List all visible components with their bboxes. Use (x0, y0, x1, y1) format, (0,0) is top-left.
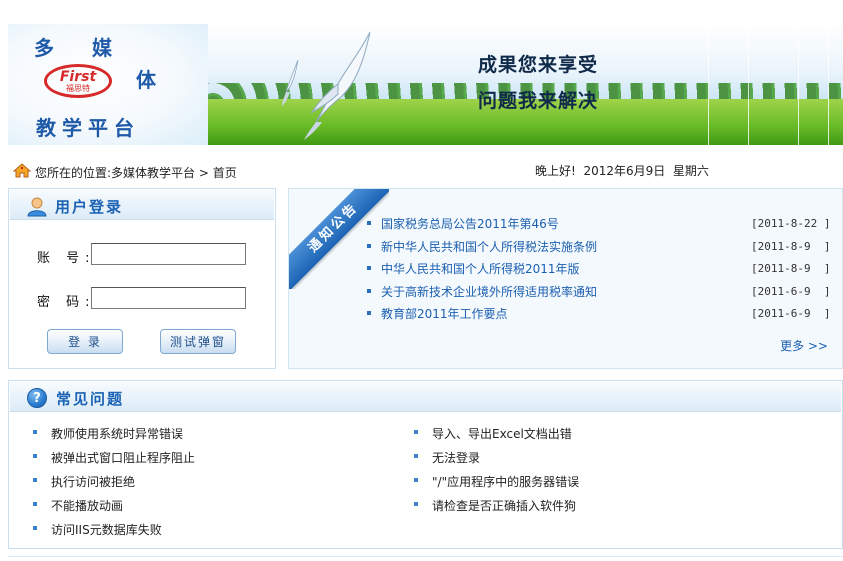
seagull-icon (304, 31, 371, 140)
logo: 多 媒 体 First 福思特 教学平台 (8, 24, 208, 145)
slogan-line: 成果您来享受 (478, 54, 599, 76)
bullet-icon (33, 454, 37, 458)
bullet-icon (414, 502, 418, 506)
banner-divider (748, 24, 749, 145)
bullet-icon (367, 243, 371, 248)
bullet-icon (367, 266, 371, 270)
notice-item[interactable]: 中华人民共和国个人所得税2011年版 [2011-8-9 ] (367, 258, 837, 281)
notice-list: 国家税务总局公告2011年第46号 [2011-8-22 ] 新中华人民共和国个… (367, 213, 837, 326)
banner-divider (798, 24, 799, 145)
faq-panel: ? 常见问题 教师使用系统时异常错误 被弹出式窗口阻止程序阻止 执行访问被拒绝 … (8, 380, 843, 549)
faq-item[interactable]: "/"应用程序中的服务器错误 (414, 469, 814, 493)
password-input[interactable] (91, 287, 246, 309)
notice-title[interactable]: 教育部2011年工作要点 (381, 305, 508, 322)
faq-item[interactable]: 请检查是否正确插入软件狗 (414, 493, 814, 517)
faq-item[interactable]: 无法登录 (414, 445, 814, 469)
home-icon[interactable] (13, 163, 31, 178)
brand-logo-cn: 福思特 (66, 83, 90, 93)
bullet-icon (414, 430, 418, 434)
login-header: 用户登录 (10, 190, 274, 220)
breadcrumb: 您所在的位置:多媒体教学平台 > 首页 (35, 166, 237, 180)
notice-title[interactable]: 关于高新技术企业境外所得适用税率通知 (381, 283, 597, 300)
login-title: 用户登录 (55, 198, 124, 216)
bullet-icon (33, 430, 37, 434)
banner-divider (708, 24, 709, 145)
faq-header: ? 常见问题 (10, 382, 841, 412)
notice-item[interactable]: 教育部2011年工作要点 [2011-6-9 ] (367, 303, 837, 326)
faq-item[interactable]: 执行访问被拒绝 (33, 469, 413, 493)
seagull-small-icon (282, 59, 299, 106)
faq-item[interactable]: 不能播放动画 (33, 493, 413, 517)
notice-date: [2011-8-9 ] (751, 262, 831, 275)
login-panel: 用户登录 账 号: 密 码: 登 录 测试弹窗 (8, 188, 276, 369)
faq-item-text[interactable]: 无法登录 (432, 449, 480, 466)
notice-date: [2011-6-9 ] (751, 284, 831, 298)
logo-char: 体 (136, 68, 156, 92)
user-icon (27, 197, 47, 217)
faq-item[interactable]: 教师使用系统时异常错误 (33, 421, 413, 445)
notice-title[interactable]: 国家税务总局公告2011年第46号 (381, 215, 559, 232)
bullet-icon (33, 478, 37, 482)
notice-panel: 通知公告 国家税务总局公告2011年第46号 [2011-8-22 ] 新中华人… (288, 188, 843, 369)
faq-item-text[interactable]: 导入、导出Excel文档出错 (432, 425, 572, 442)
banner-divider (828, 24, 829, 145)
location-bar: 您所在的位置:多媒体教学平台 > 首页 晚上好! 2012年6月9日 星期六 (13, 162, 833, 180)
faq-item[interactable]: 被弹出式窗口阻止程序阻止 (33, 445, 413, 469)
notice-date: [2011-8-22 ] (751, 217, 831, 230)
faq-item-text[interactable]: 访问IIS元数据库失败 (51, 521, 162, 538)
bullet-icon (33, 502, 37, 506)
test-popup-button[interactable]: 测试弹窗 (160, 329, 236, 354)
brand-logo: First 福思特 (44, 64, 112, 98)
bullet-icon (414, 478, 418, 482)
notice-date: [2011-6-9 ] (751, 307, 831, 320)
faq-title: 常见问题 (56, 390, 125, 408)
password-label: 密 码: (37, 295, 96, 310)
faq-item[interactable]: 访问IIS元数据库失败 (33, 517, 413, 541)
logo-char: 多 (34, 36, 54, 60)
faq-item-text[interactable]: 不能播放动画 (51, 497, 123, 514)
slogan-line: 问题我来解决 (478, 90, 599, 112)
date-greeting: 晚上好! 2012年6月9日 星期六 (535, 164, 709, 178)
bullet-icon (33, 526, 37, 530)
bullet-icon (367, 221, 371, 225)
faq-item-text[interactable]: 教师使用系统时异常错误 (51, 425, 183, 442)
brand-logo-en: First (59, 68, 97, 85)
notice-title[interactable]: 新中华人民共和国个人所得税法实施条例 (381, 238, 597, 255)
notice-title[interactable]: 中华人民共和国个人所得税2011年版 (381, 260, 580, 277)
bullet-icon (367, 311, 371, 315)
bullet-icon (367, 288, 371, 293)
bullet-icon (414, 454, 418, 458)
header-banner: 多 媒 体 First 福思特 教学平台 成果您来享受 问题我来解决 (8, 24, 843, 145)
question-icon: ? (27, 388, 47, 408)
login-button[interactable]: 登 录 (47, 329, 123, 354)
notice-item[interactable]: 新中华人民共和国个人所得税法实施条例 [2011-8-9 ] (367, 236, 837, 259)
faq-item[interactable]: 导入、导出Excel文档出错 (414, 421, 814, 445)
footer-divider (8, 556, 843, 557)
more-link[interactable]: 更多 >> (780, 337, 828, 354)
faq-item-text[interactable]: 被弹出式窗口阻止程序阻止 (51, 449, 195, 466)
logo-char: 媒 (92, 36, 112, 60)
notice-date: [2011-8-9 ] (751, 239, 831, 253)
faq-item-text[interactable]: 请检查是否正确插入软件狗 (432, 497, 576, 514)
notice-item[interactable]: 关于高新技术企业境外所得适用税率通知 [2011-6-9 ] (367, 281, 837, 304)
faq-item-text[interactable]: 执行访问被拒绝 (51, 473, 135, 490)
account-label: 账 号: (37, 251, 96, 266)
logo-subtitle: 教学平台 (36, 116, 140, 140)
notice-item[interactable]: 国家税务总局公告2011年第46号 [2011-8-22 ] (367, 213, 837, 236)
faq-item-text[interactable]: "/"应用程序中的服务器错误 (432, 473, 579, 490)
faq-list-right: 导入、导出Excel文档出错 无法登录 "/"应用程序中的服务器错误 请检查是否… (414, 421, 814, 517)
account-input[interactable] (91, 243, 246, 265)
faq-list-left: 教师使用系统时异常错误 被弹出式窗口阻止程序阻止 执行访问被拒绝 不能播放动画 … (33, 421, 413, 541)
